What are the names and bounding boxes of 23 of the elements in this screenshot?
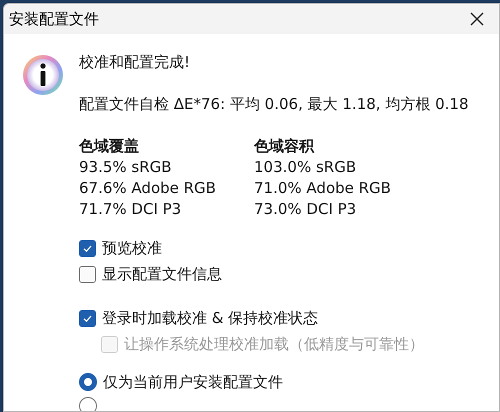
radio-button[interactable] [79, 373, 97, 391]
close-icon [469, 11, 485, 27]
checkbox[interactable] [79, 310, 96, 326]
column-heading: 色域容积 [254, 136, 316, 157]
gamut-value: 71.0% Adobe RGB [254, 178, 392, 199]
option-label: 显示配置文件信息 [102, 264, 222, 285]
radio-label: 仅为当前用户安装配置文件 [103, 372, 283, 393]
gamut-value: 73.0% DCI P3 [254, 199, 358, 220]
gamut-value: 71.7% DCI P3 [79, 199, 182, 220]
radio-button[interactable] [79, 397, 97, 411]
self-check-text: 配置文件自检 ΔE*76: 平均 0.06, 最大 1.18, 均方根 0.18 [79, 94, 470, 114]
option-label: 登录时加载校准 & 保持校准状态 [102, 308, 318, 329]
info-icon [22, 54, 64, 96]
option-label: 让操作系统处理校准加载（低精度与可靠性） [124, 334, 424, 355]
status-heading: 校准和配置完成! [79, 52, 192, 72]
gamut-value: 67.6% Adobe RGB [79, 178, 217, 199]
checkbox[interactable] [79, 240, 96, 256]
option-label: 预览校准 [102, 238, 162, 259]
window-title: 安装配置文件 [9, 8, 99, 30]
checkbox[interactable] [79, 266, 96, 282]
gamut-value: 93.5% sRGB [79, 157, 173, 178]
column-heading: 色域覆盖 [79, 136, 140, 157]
gamut-value: 103.0% sRGB [254, 157, 358, 178]
